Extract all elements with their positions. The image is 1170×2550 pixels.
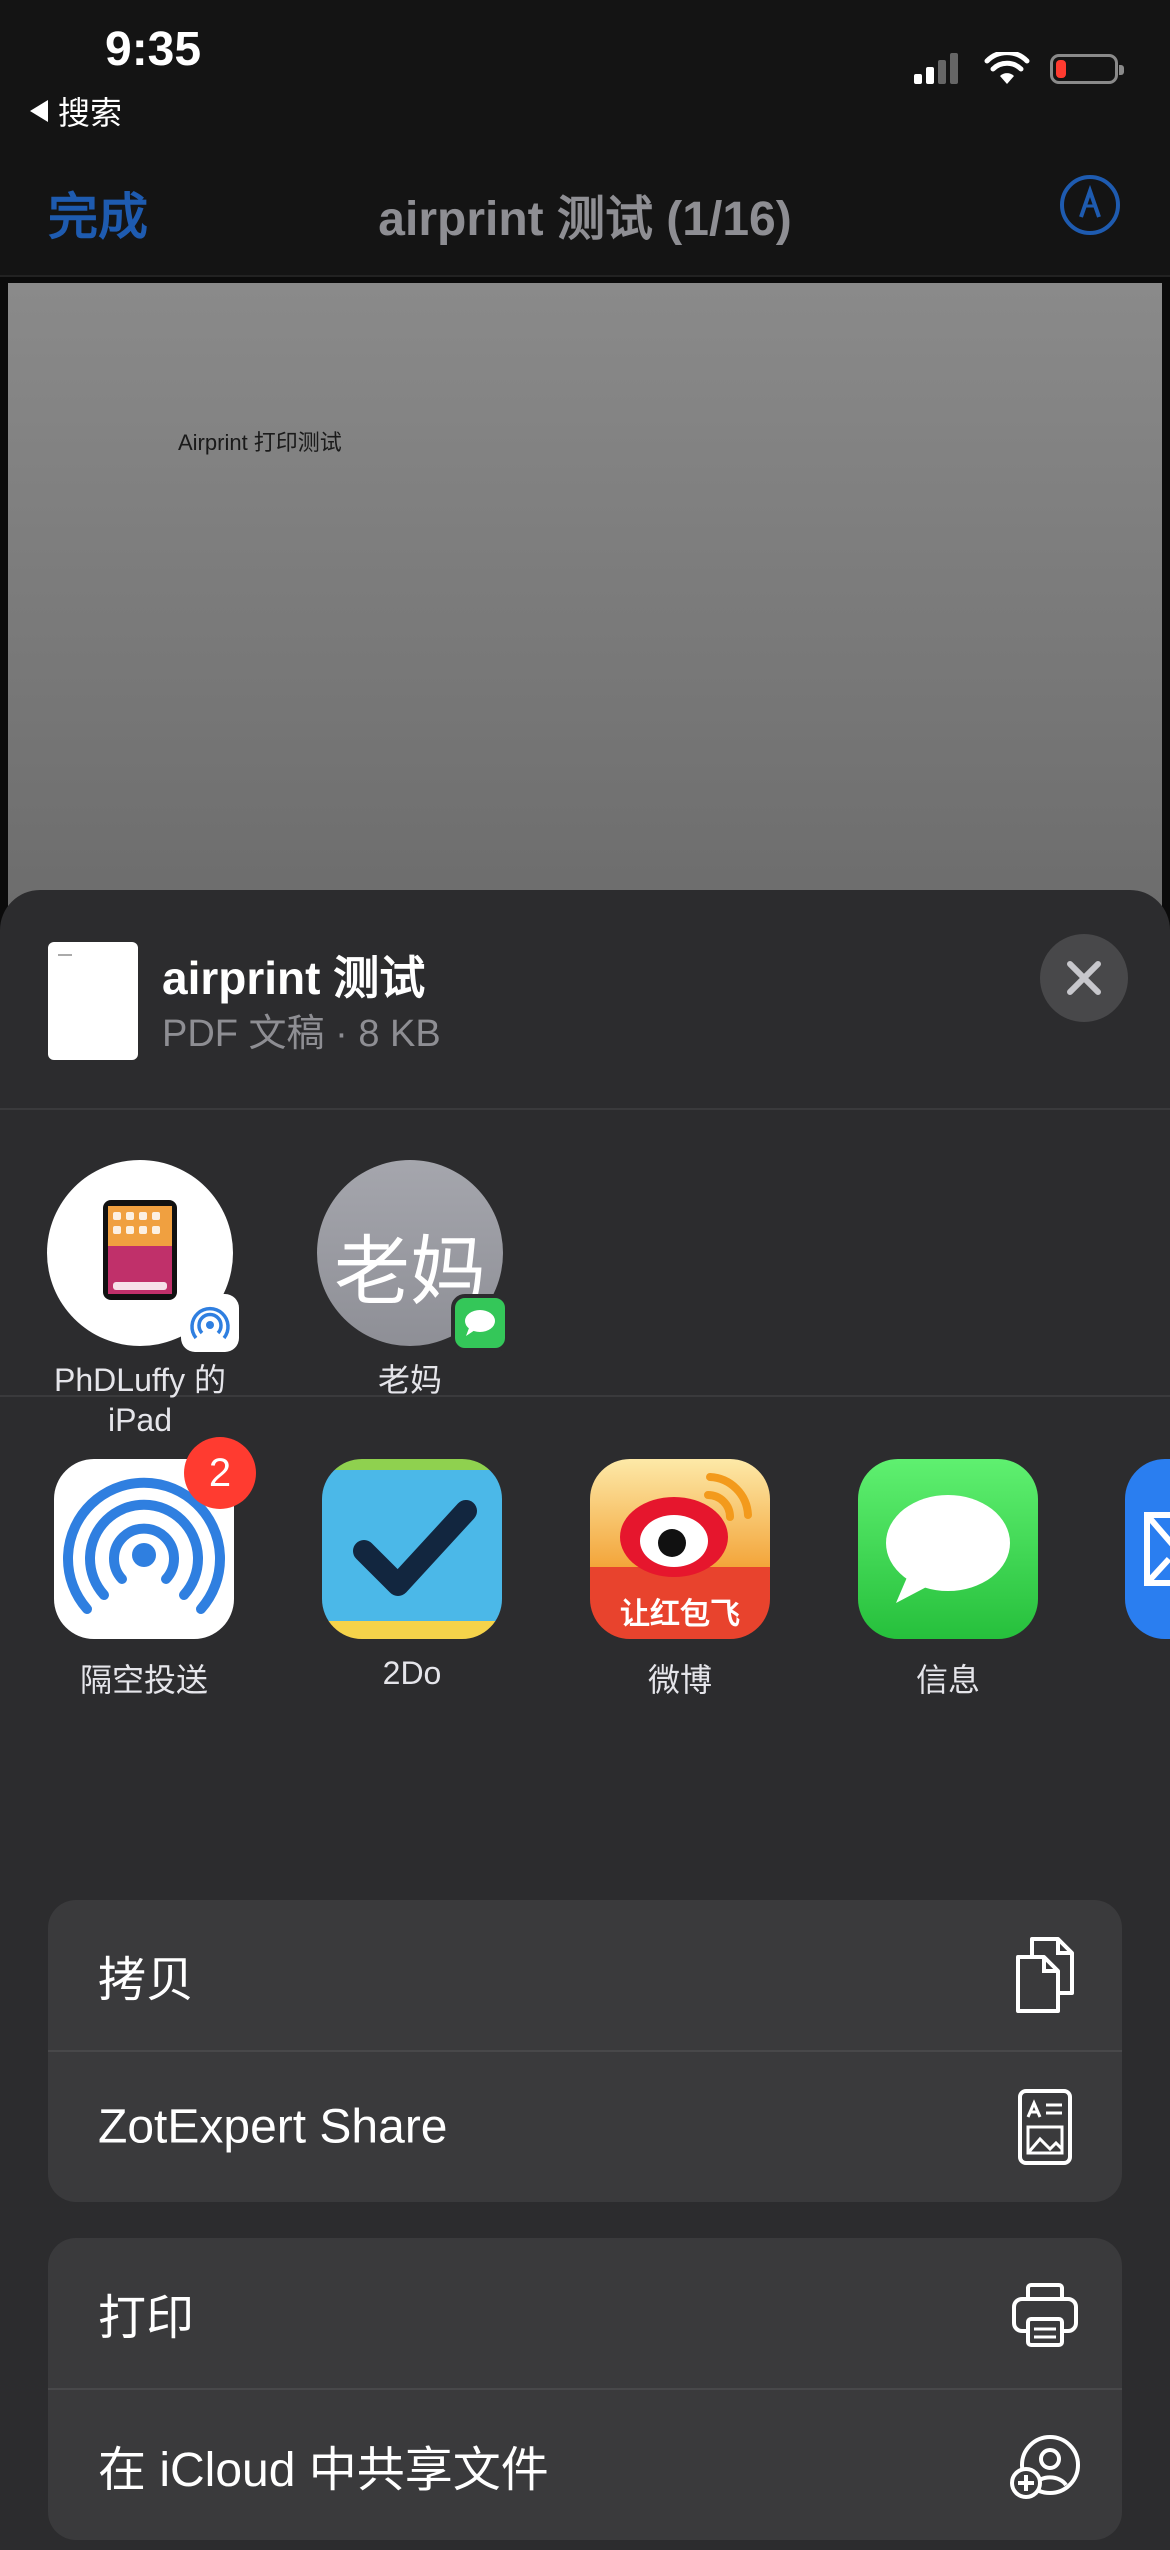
person-name: 老妈 bbox=[377, 1362, 442, 1398]
action-label: ZotExpert Share bbox=[98, 2100, 448, 2154]
action-copy[interactable]: 拷贝 bbox=[48, 1900, 1122, 2050]
action-group-secondary: 打印 在 iCloud 中共享文件 bbox=[48, 2238, 1122, 2540]
action-zotexpert-share[interactable]: ZotExpert Share bbox=[48, 2050, 1122, 2202]
app-label: 信息 bbox=[915, 1662, 980, 1698]
2do-icon bbox=[322, 1459, 502, 1639]
back-triangle-icon bbox=[30, 100, 48, 122]
messages-icon bbox=[858, 1459, 1038, 1639]
messages-badge-icon bbox=[451, 1294, 509, 1352]
document-preview-text: Airprint 打印测试 bbox=[178, 430, 342, 455]
share-sheet-header: airprint 测试 PDF 文稿 · 8 KB bbox=[0, 890, 1170, 1110]
document-preview[interactable]: Airprint 打印测试 bbox=[8, 283, 1162, 923]
cellular-signal-icon bbox=[914, 53, 958, 84]
back-app-label: 搜索 bbox=[58, 95, 123, 131]
status-time: 9:35 bbox=[105, 23, 202, 76]
mail-icon-partial[interactable] bbox=[1125, 1459, 1170, 1639]
close-icon bbox=[1067, 961, 1101, 995]
airdrop-icon: 2 bbox=[54, 1437, 256, 1639]
action-group-primary: 拷贝 ZotExpert Share bbox=[48, 1900, 1122, 2202]
app-airdrop[interactable]: 2 隔空投送 bbox=[34, 1437, 256, 1701]
action-label: 拷贝 bbox=[98, 1954, 195, 2007]
markup-pen-icon[interactable] bbox=[1060, 175, 1120, 235]
battery-icon bbox=[1050, 54, 1124, 84]
action-label: 打印 bbox=[98, 2292, 195, 2345]
file-thumbnail bbox=[48, 942, 138, 1060]
add-person-icon bbox=[1010, 2435, 1080, 2499]
file-name: airprint 测试 bbox=[162, 952, 426, 1004]
app-label: 隔空投送 bbox=[79, 1662, 208, 1698]
avatar: 老妈 bbox=[317, 1160, 509, 1352]
airdrop-people-row: PhDLuffy 的 iPad 老妈 老妈 bbox=[0, 1110, 1170, 1438]
action-print[interactable]: 打印 bbox=[48, 2238, 1122, 2388]
wifi-icon bbox=[984, 52, 1030, 84]
avatar bbox=[47, 1160, 239, 1352]
copy-icon bbox=[1016, 1937, 1074, 2013]
weibo-icon: 让红包飞 bbox=[590, 1459, 770, 1639]
action-icloud-share[interactable]: 在 iCloud 中共享文件 bbox=[48, 2388, 1122, 2540]
status-icons bbox=[912, 52, 1124, 86]
app-label: 微博 bbox=[647, 1662, 712, 1698]
weibo-icon-text: 让红包飞 bbox=[620, 1598, 740, 1631]
person-mom[interactable]: 老妈 老妈 bbox=[300, 1160, 520, 1400]
file-meta: PDF 文稿 · 8 KB bbox=[162, 1013, 441, 1055]
printer-icon bbox=[1012, 2283, 1078, 2347]
app-label: 2Do bbox=[382, 1655, 442, 1691]
back-to-app-button[interactable]: 搜索 bbox=[30, 88, 122, 134]
action-label: 在 iCloud 中共享文件 bbox=[98, 2444, 549, 2497]
zotexpert-icon bbox=[1018, 2089, 1072, 2165]
close-button[interactable] bbox=[1040, 934, 1128, 1022]
battery-level bbox=[1056, 60, 1066, 78]
page-title: airprint 测试 (1/16) bbox=[378, 193, 792, 246]
app-weibo[interactable]: 让红包飞 微博 bbox=[570, 1459, 790, 1701]
app-2do[interactable]: 2Do bbox=[302, 1459, 522, 1692]
notification-badge: 2 bbox=[184, 1437, 256, 1509]
navigation-bar: 完成 airprint 测试 (1/16) bbox=[0, 145, 1170, 277]
share-apps-row: 2 隔空投送 2Do 让红包飞 微博 信息 bbox=[0, 1397, 1170, 1698]
status-bar: 9:35 搜索 bbox=[0, 0, 1170, 145]
app-messages[interactable]: 信息 bbox=[838, 1459, 1058, 1701]
share-sheet: airprint 测试 PDF 文稿 · 8 KB PhDLuffy 的 iPa… bbox=[0, 890, 1170, 2550]
airdrop-badge-icon bbox=[181, 1294, 239, 1352]
